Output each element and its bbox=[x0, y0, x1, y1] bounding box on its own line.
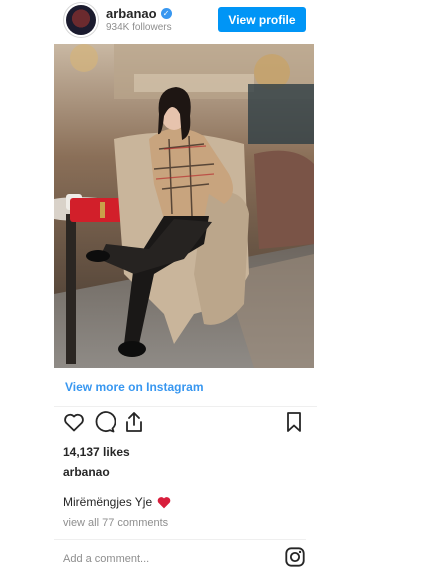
bookmark-icon[interactable] bbox=[282, 410, 308, 436]
avatar[interactable] bbox=[66, 5, 96, 35]
instagram-embed: arbanao ✓ 934K followers View profile Vi… bbox=[54, 0, 317, 579]
view-comments-link[interactable]: view all 77 comments bbox=[63, 517, 168, 529]
post-author[interactable]: arbanao bbox=[63, 465, 110, 479]
post-photo-image bbox=[54, 44, 314, 368]
like-count[interactable]: 14,137 likes bbox=[63, 445, 130, 459]
verified-badge-icon: ✓ bbox=[160, 8, 172, 19]
post-photo[interactable] bbox=[54, 44, 314, 368]
add-comment-input[interactable] bbox=[63, 550, 263, 568]
view-profile-button[interactable]: View profile bbox=[218, 7, 306, 32]
comment-bubble-icon[interactable] bbox=[92, 410, 118, 436]
caption-text: Mirëmëngjes Yje bbox=[63, 495, 153, 509]
follower-count: 934K followers bbox=[106, 22, 172, 33]
view-more-link[interactable]: View more on Instagram bbox=[54, 368, 317, 407]
share-icon[interactable] bbox=[122, 410, 148, 436]
username[interactable]: arbanao bbox=[106, 6, 157, 21]
post-header: arbanao ✓ 934K followers View profile bbox=[54, 0, 314, 42]
post-caption: Mirëmëngjes Yje bbox=[63, 495, 171, 509]
username-row: arbanao ✓ bbox=[106, 6, 172, 21]
instagram-logo-icon[interactable] bbox=[284, 546, 306, 568]
heart-outline-icon[interactable] bbox=[62, 410, 88, 436]
red-heart-icon bbox=[157, 496, 171, 508]
divider bbox=[54, 539, 306, 540]
action-bar bbox=[54, 410, 314, 440]
